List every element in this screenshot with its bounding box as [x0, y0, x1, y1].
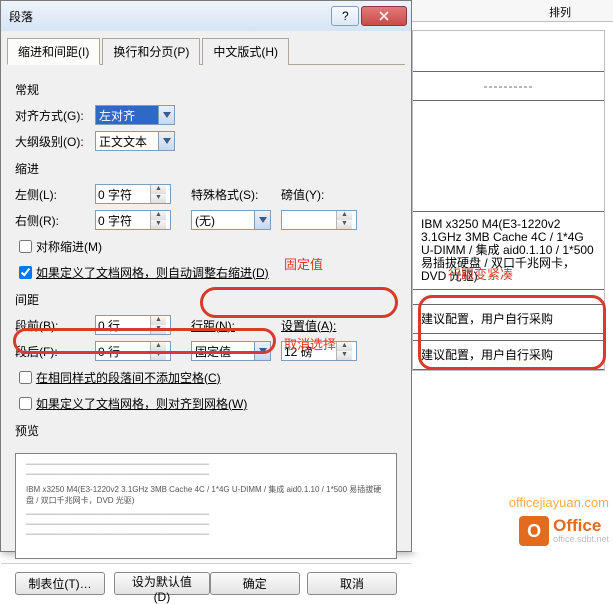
section-general: 常规	[15, 81, 397, 98]
outline-value[interactable]	[96, 132, 158, 150]
preview-sample: IBM x3250 M4(E3-1220v2 3.1GHz 3MB Cache …	[26, 484, 386, 506]
mirror-indent-check[interactable]	[19, 240, 32, 253]
section-indent: 缩进	[15, 160, 397, 177]
preview-box: ━━━━━━━━━━━━━━━━━━━━━━━━━━━━━━━━━━━━━━━━…	[15, 453, 397, 559]
tab-strip: 缩进和间距(I) 换行和分页(P) 中文版式(H)	[7, 37, 405, 65]
outline-label: 大纲级别(O):	[15, 133, 95, 150]
tab-stops-button[interactable]: 制表位(T)…	[15, 572, 105, 595]
indent-left-label: 左侧(L):	[15, 186, 95, 203]
snap-to-grid-check[interactable]	[19, 397, 32, 410]
auto-adjust-right-label: 如果定义了文档网格，则自动调整右缩进(D)	[36, 264, 269, 281]
suggest-row-2: 建议配置，用户自行采购	[413, 340, 604, 370]
dialog-title: 段落	[5, 8, 329, 25]
space-after-spin[interactable]: ▲▼	[95, 341, 171, 361]
indent-right-label: 右侧(R):	[15, 212, 95, 229]
by-label: 磅值(Y):	[281, 186, 324, 203]
chevron-down-icon[interactable]	[158, 106, 174, 124]
indent-left-spin[interactable]: ▲▼	[95, 184, 171, 204]
svg-text:?: ?	[342, 11, 349, 21]
no-space-same-style-label: 在相同样式的段落间不添加空格(C)	[36, 369, 221, 386]
section-preview: 预览	[15, 422, 397, 439]
chevron-down-icon[interactable]	[254, 211, 270, 229]
dialog-button-bar: 制表位(T)… 设为默认值(D) 确定 取消	[1, 563, 411, 603]
suggest-row-1: 建议配置，用户自行采购	[413, 304, 604, 334]
special-combo[interactable]	[191, 210, 271, 230]
tab-line-page-break[interactable]: 换行和分页(P)	[102, 38, 200, 65]
snap-to-grid-label: 如果定义了文档网格，则对齐到网格(W)	[36, 395, 247, 412]
auto-adjust-right-check[interactable]	[19, 266, 32, 279]
ribbon-fragment: 排列	[412, 0, 613, 22]
titlebar: 段落 ?	[1, 1, 411, 31]
chevron-down-icon[interactable]	[254, 342, 270, 360]
annotation-fixed-value: 固定值	[284, 254, 323, 273]
help-button[interactable]: ?	[331, 6, 359, 26]
special-label: 特殊格式(S):	[191, 186, 261, 203]
no-space-same-style-check[interactable]	[19, 371, 32, 384]
alignment-combo[interactable]	[95, 105, 175, 125]
dash-row: ----------	[413, 71, 604, 101]
paragraph-dialog: 段落 ? 缩进和间距(I) 换行和分页(P) 中文版式(H) 常规 对齐方式(G…	[0, 0, 412, 552]
chevron-down-icon[interactable]	[158, 132, 174, 150]
line-spacing-combo[interactable]	[191, 341, 271, 361]
alignment-value[interactable]	[96, 106, 158, 124]
space-before-spin[interactable]: ▲▼	[95, 315, 171, 335]
alignment-label: 对齐方式(G):	[15, 107, 95, 124]
line-spacing-label: 行距(N):	[191, 317, 261, 334]
dialog-panel: 常规 对齐方式(G): 大纲级别(O): 缩进 左侧(L): ▲▼ 特殊格式(S…	[1, 65, 411, 449]
by-spin[interactable]: ▲▼	[281, 210, 357, 230]
ok-button[interactable]: 确定	[210, 572, 300, 595]
mirror-indent-label: 对称缩进(M)	[36, 238, 102, 255]
indent-right-spin[interactable]: ▲▼	[95, 210, 171, 230]
close-button[interactable]	[361, 6, 407, 26]
tab-indent-spacing[interactable]: 缩进和间距(I)	[7, 38, 100, 65]
outline-combo[interactable]	[95, 131, 175, 151]
section-spacing: 间距	[15, 291, 397, 308]
annotation-uncheck: 取消选择	[284, 334, 336, 353]
tab-asian-typography[interactable]: 中文版式(H)	[202, 38, 289, 65]
set-default-button[interactable]: 设为默认值(D)	[114, 572, 210, 595]
cancel-button[interactable]: 取消	[307, 572, 397, 595]
document-page: ---------- IBM x3250 M4(E3-1220v2 3.1GHz…	[412, 30, 605, 371]
at-label: 设置值(A):	[281, 317, 336, 334]
space-before-label: 段前(B):	[15, 317, 95, 334]
space-after-label: 段后(F):	[15, 343, 95, 360]
annotation-tight-spacing: 行距变紧凑	[448, 264, 513, 283]
